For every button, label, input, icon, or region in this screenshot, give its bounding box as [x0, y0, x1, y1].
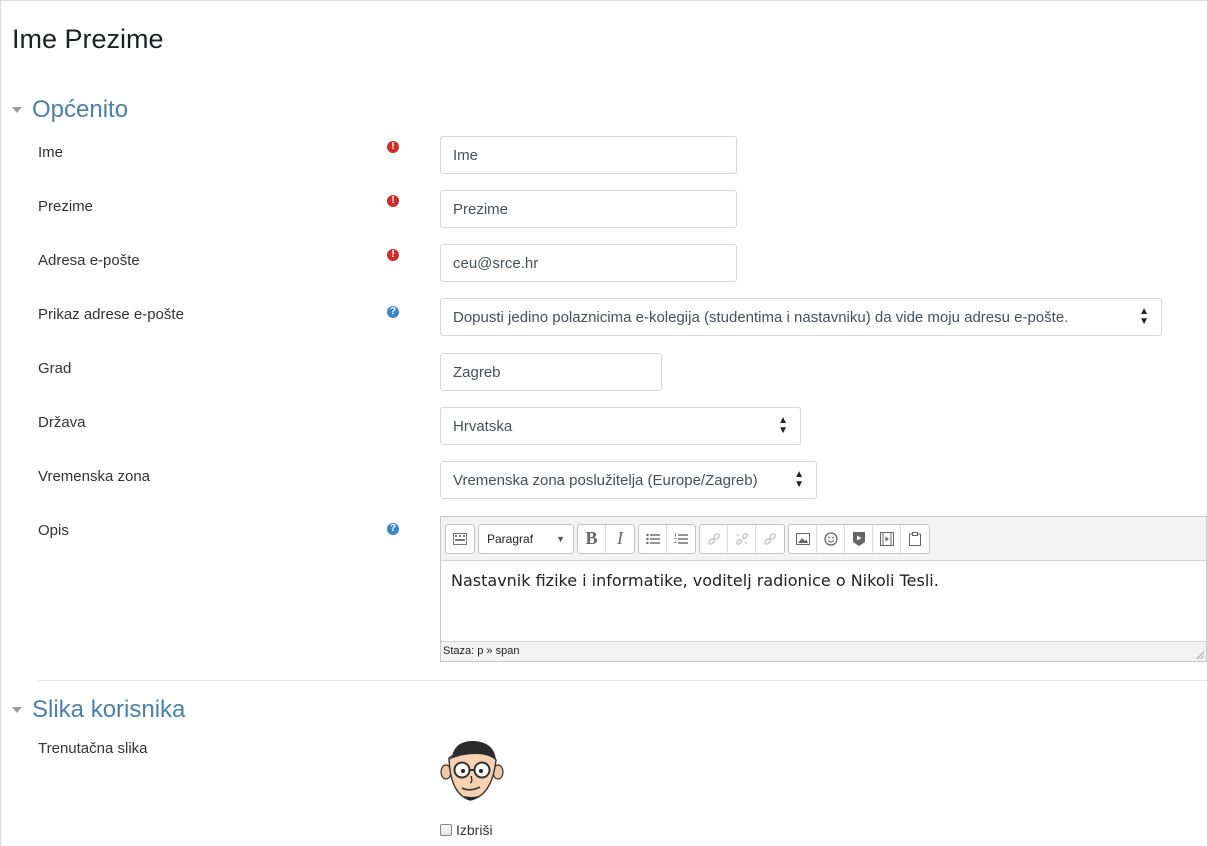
delete-picture-option[interactable]: Izbriši [440, 822, 493, 838]
insert-emoticon-button[interactable] [817, 524, 845, 553]
user-avatar-icon [440, 740, 504, 801]
smiley-icon [823, 531, 838, 546]
select-arrows-icon: ▲ ▼ [778, 415, 788, 436]
clipboard-icon [909, 531, 921, 546]
bold-icon: B [585, 528, 598, 548]
resize-grip-icon[interactable] [1195, 650, 1204, 659]
link-icon [707, 532, 720, 545]
keyboard-icon [453, 532, 467, 545]
current-picture-label: Trenutačna slika [38, 740, 148, 757]
unlink-icon [735, 532, 748, 545]
bullet-list-icon [645, 533, 660, 544]
description-editor-content[interactable]: Nastavnik fizike i informatike, voditelj… [441, 561, 1206, 641]
city-input[interactable]: Zagreb [440, 353, 662, 391]
unordered-list-button[interactable] [639, 524, 667, 553]
maildisplay-value: Dopusti jedino polaznicima e-kolegija (s… [453, 308, 1069, 326]
insert-media-button[interactable] [845, 524, 873, 553]
email-input[interactable]: ceu@srce.hr [440, 244, 737, 282]
dropdown-caret-icon: ▼ [556, 533, 565, 544]
required-icon: ! [387, 141, 399, 153]
link-button[interactable] [700, 524, 728, 553]
image-icon [795, 532, 810, 545]
select-arrows-icon: ▲ ▼ [1139, 306, 1149, 327]
section-divider [38, 680, 1207, 681]
media-icon [852, 531, 865, 546]
description-editor: Paragraf ▼ B I Nastavnik fizike i inform… [440, 516, 1207, 662]
italic-icon: I [617, 528, 623, 548]
delete-picture-checkbox[interactable] [440, 824, 452, 836]
firstname-input[interactable]: Ime [440, 136, 737, 174]
italic-button[interactable]: I [606, 525, 634, 553]
editor-toolbar: Paragraf ▼ B I [441, 517, 1206, 561]
toolbar-group-links [699, 523, 785, 554]
required-icon: ! [387, 249, 399, 261]
toolbar-toggle-button[interactable] [446, 525, 474, 553]
manage-files-button[interactable] [873, 524, 901, 553]
maildisplay-label: Prikaz adrese e-pošte [38, 306, 184, 323]
lastname-label: Prezime [38, 198, 94, 215]
firstname-label: Ime [38, 144, 64, 161]
section-general-title: Općenito [32, 96, 129, 123]
maildisplay-select[interactable]: Dopusti jedino polaznicima e-kolegija (s… [440, 298, 1162, 336]
toolbar-group-toggle [445, 523, 475, 554]
email-label: Adresa e-pošte [38, 252, 140, 269]
numbered-list-icon [674, 533, 688, 544]
section-general-header[interactable]: Općenito [12, 96, 128, 124]
country-value: Hrvatska [453, 417, 513, 435]
toolbar-group-lists [638, 523, 696, 554]
select-arrows-icon: ▲ ▼ [794, 469, 804, 490]
lastname-input[interactable]: Prezime [440, 190, 737, 228]
country-label: Država [38, 414, 86, 431]
required-icon: ! [387, 195, 399, 207]
city-label: Grad [38, 360, 72, 377]
ordered-list-button[interactable] [667, 525, 695, 553]
section-picture-header[interactable]: Slika korisnika [12, 696, 185, 724]
help-icon[interactable]: ? [387, 523, 399, 535]
timezone-label: Vremenska zona [38, 468, 151, 485]
chain-link-icon [764, 532, 776, 545]
film-icon [879, 531, 894, 546]
toolbar-group-style: B I [577, 523, 635, 554]
timezone-value: Vremenska zona poslužitelja (Europe/Zagr… [453, 471, 758, 489]
insert-image-button[interactable] [789, 524, 817, 553]
unlink-button[interactable] [728, 524, 756, 553]
description-label: Opis [38, 522, 69, 539]
section-picture-title: Slika korisnika [32, 696, 186, 723]
toolbar-group-paragraph: Paragraf ▼ [478, 523, 574, 554]
editor-status-bar: Staza: p » span [441, 641, 1206, 661]
toolbar-group-media [788, 523, 930, 554]
paragraph-label: Paragraf [487, 531, 534, 546]
bold-button[interactable]: B [578, 524, 606, 553]
collapse-caret-icon [12, 107, 22, 113]
page-title: Ime Prezime [12, 24, 164, 54]
collapse-caret-icon [12, 707, 22, 713]
country-select[interactable]: Hrvatska ▲ ▼ [440, 407, 801, 445]
anchor-link-button[interactable] [756, 525, 784, 553]
recording-button[interactable] [901, 525, 929, 553]
timezone-select[interactable]: Vremenska zona poslužitelja (Europe/Zagr… [440, 461, 817, 499]
paragraph-dropdown[interactable]: Paragraf ▼ [479, 525, 573, 553]
delete-picture-label: Izbriši [456, 822, 493, 838]
editor-path: Staza: p » span [443, 645, 520, 657]
help-icon[interactable]: ? [387, 306, 399, 318]
